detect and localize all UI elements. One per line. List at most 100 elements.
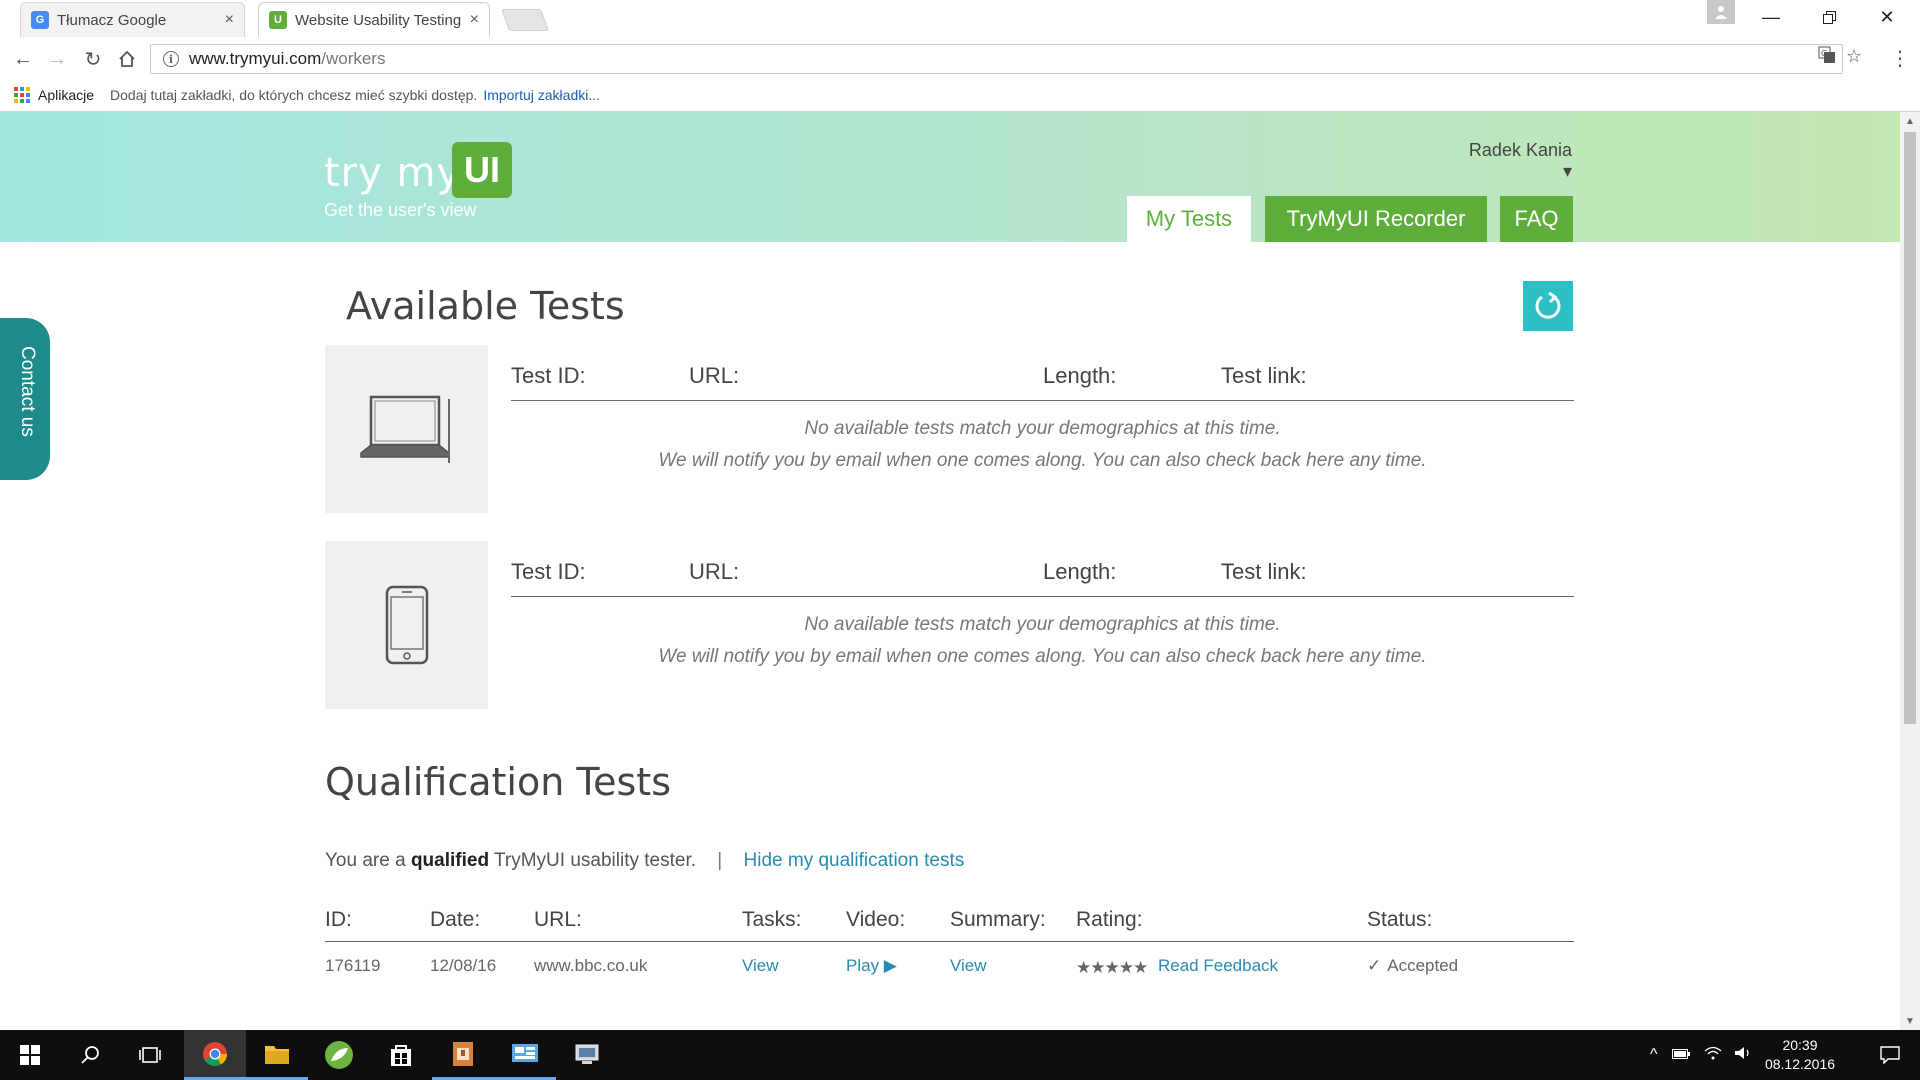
back-arrow-icon[interactable]: ← <box>10 46 36 72</box>
row-date: 12/08/16 <box>430 956 497 975</box>
col-summary: Summary: <box>950 908 1046 931</box>
windows-start-icon[interactable] <box>0 1030 60 1080</box>
contact-us-tab[interactable]: Contact us <box>0 318 50 480</box>
user-menu[interactable]: Radek Kania ▾ <box>1460 140 1572 182</box>
home-icon[interactable] <box>114 46 140 72</box>
col-date: Date: <box>430 908 481 931</box>
tab-google-translate[interactable]: G Tłumacz Google × <box>20 2 245 37</box>
tray-overflow-icon[interactable]: ^ <box>1650 1046 1658 1064</box>
hide-qualification-link[interactable]: Hide my qualification tests <box>744 850 965 871</box>
notifications-icon[interactable] <box>1860 1030 1920 1080</box>
scroll-down-icon[interactable]: ▼ <box>1900 1012 1920 1030</box>
qualification-table-header: ID: Date: URL: Tasks: Video: Summary: Ra… <box>325 904 1574 942</box>
qualification-tests-title: Qualification Tests <box>325 760 672 804</box>
logo-badge: UI <box>452 142 512 198</box>
no-tests-line2: We will notify you by email when one com… <box>658 646 1427 667</box>
address-bar[interactable]: i www.trymyui.com/workers <box>150 44 1843 74</box>
forward-arrow-icon[interactable]: → <box>44 46 70 72</box>
col-test-id: Test ID: <box>511 559 586 584</box>
col-url: URL: <box>534 908 582 931</box>
chrome-taskbar-icon[interactable] <box>184 1030 246 1080</box>
col-test-link: Test link: <box>1221 559 1307 584</box>
wifi-icon[interactable] <box>1704 1046 1722 1065</box>
search-icon[interactable] <box>60 1030 120 1080</box>
restore-icon[interactable] <box>1800 0 1858 34</box>
spring-app-icon[interactable] <box>308 1030 370 1080</box>
refresh-icon <box>1535 291 1561 319</box>
battery-icon[interactable] <box>1671 1046 1690 1064</box>
profile-icon[interactable] <box>1707 0 1735 24</box>
logo-text: try my <box>324 150 462 196</box>
qualification-table: ID: Date: URL: Tasks: Video: Summary: Ra… <box>325 904 1574 988</box>
network-tool-icon[interactable] <box>556 1030 618 1080</box>
taskbar-clock[interactable]: 20:39 08.12.2016 <box>1760 1036 1840 1074</box>
import-bookmarks-link[interactable]: Importuj zakładki... <box>483 87 600 103</box>
col-url: URL: <box>689 363 740 388</box>
mobile-tests-block: Test ID: URL: Length: Test link: No avai… <box>325 541 1574 709</box>
read-feedback-link[interactable]: Read Feedback <box>1158 956 1278 976</box>
tab-close-icon[interactable]: × <box>470 11 479 29</box>
laptop-icon <box>359 395 450 463</box>
col-test-link: Test link: <box>1221 363 1307 388</box>
video-play-link[interactable]: Play ▶ <box>846 956 897 976</box>
scroll-thumb[interactable] <box>1904 132 1916 724</box>
minimize-icon[interactable]: — <box>1742 0 1800 34</box>
test-table-header: Test ID: URL: Length: Test link: <box>511 541 1574 597</box>
site-info-icon[interactable]: i <box>163 51 179 67</box>
col-test-id: Test ID: <box>511 363 586 388</box>
col-length: Length: <box>1043 363 1117 388</box>
reload-icon[interactable]: ↻ <box>80 46 106 72</box>
clock-time: 20:39 <box>1782 1037 1818 1053</box>
tab-close-icon[interactable]: × <box>225 11 234 29</box>
nav-trymyui-recorder[interactable]: TryMyUI Recorder <box>1265 196 1487 242</box>
no-tests-line1: No available tests match your demographi… <box>804 614 1281 635</box>
bookmark-star-icon[interactable]: ☆ <box>1846 46 1862 67</box>
nav-my-tests[interactable]: My Tests <box>1127 196 1251 242</box>
task-view-icon[interactable] <box>120 1030 180 1080</box>
col-id: ID: <box>325 908 352 931</box>
clock-date: 08.12.2016 <box>1764 1056 1836 1072</box>
volume-icon[interactable] <box>1734 1046 1752 1065</box>
new-tab-button[interactable] <box>500 9 550 31</box>
scroll-up-icon[interactable]: ▲ <box>1900 112 1920 130</box>
file-explorer-icon[interactable] <box>246 1030 308 1080</box>
col-status: Status: <box>1367 908 1433 931</box>
summary-view-link[interactable]: View <box>950 956 987 976</box>
google-translate-favicon-icon: G <box>31 11 49 29</box>
apps-grid-icon[interactable] <box>14 86 30 103</box>
no-tests-line1: No available tests match your demographi… <box>804 418 1281 439</box>
logo-tagline: Get the user's view <box>324 200 477 220</box>
apps-bookmark[interactable]: Aplikacje <box>38 87 94 103</box>
tasks-view-link[interactable]: View <box>742 956 779 976</box>
translate-icon[interactable]: G <box>1818 46 1836 69</box>
system-tray: ^ <box>1650 1030 1752 1080</box>
browser-menu-icon[interactable]: ⋮ <box>1890 46 1910 71</box>
qualification-note: You are a qualified TryMyUI usability te… <box>325 850 964 872</box>
test-table-header: Test ID: URL: Length: Test link: <box>511 345 1574 401</box>
col-video: Video: <box>846 908 906 931</box>
close-window-icon[interactable]: ✕ <box>1858 0 1916 34</box>
windows-taskbar: ^ 20:39 08.12.2016 <box>0 1030 1920 1080</box>
page-scrollbar[interactable]: ▲ ▼ <box>1900 112 1920 1030</box>
archive-app-icon[interactable] <box>432 1030 494 1080</box>
svg-text:G: G <box>1821 49 1827 58</box>
site-header: try my UI Get the user's view Radek Kani… <box>0 112 1900 242</box>
nav-faq[interactable]: FAQ <box>1500 196 1573 242</box>
store-icon[interactable] <box>370 1030 432 1080</box>
no-tests-line2: We will notify you by email when one com… <box>658 450 1427 471</box>
note-suffix: TryMyUI usability tester. <box>494 850 697 871</box>
phone-icon <box>385 585 428 665</box>
refresh-button[interactable] <box>1523 281 1573 331</box>
note-bold: qualified <box>410 850 490 871</box>
col-length: Length: <box>1043 559 1117 584</box>
available-tests-title: Available Tests <box>346 284 625 328</box>
tab-trymyui[interactable]: U Website Usability Testing × <box>258 2 490 37</box>
tab-title: Tłumacz Google <box>57 11 167 29</box>
url-host: www.trymyui.com <box>189 49 322 68</box>
checkmark-icon: ✓ <box>1367 956 1382 975</box>
device-box <box>325 345 488 513</box>
trymyui-logo[interactable]: try my UI Get the user's view <box>324 142 524 222</box>
no-tests-message: No available tests match your demographi… <box>511 609 1574 673</box>
rating-stars-icon: ★★★★★ <box>1076 958 1148 977</box>
control-panel-icon[interactable] <box>494 1030 556 1080</box>
